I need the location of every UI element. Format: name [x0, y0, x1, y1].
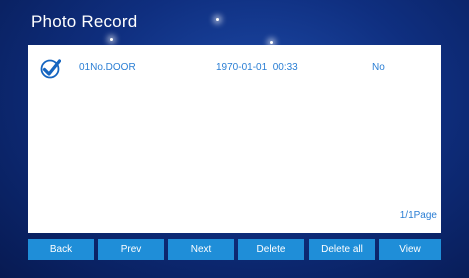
back-button[interactable]: Back: [28, 239, 94, 260]
record-time: 1970-01-01 00:33: [216, 62, 298, 73]
record-row[interactable]: 01No.DOOR 1970-01-01 00:33 No: [28, 57, 441, 79]
button-bar: Back Prev Next Delete Delete all View: [28, 239, 441, 260]
prev-button[interactable]: Prev: [98, 239, 164, 260]
delete-button[interactable]: Delete: [238, 239, 304, 260]
delete-all-button[interactable]: Delete all: [309, 239, 375, 260]
page-indicator: 1/1Page: [399, 210, 437, 221]
check-circle-icon[interactable]: [39, 58, 61, 80]
background-sparkle: [216, 18, 219, 21]
photo-record-screen: { "title": "Photo Record", "records": [ …: [0, 0, 469, 278]
background-sparkle: [270, 41, 273, 44]
view-button[interactable]: View: [379, 239, 441, 260]
record-device: 01No.DOOR: [79, 62, 136, 73]
page-title: Photo Record: [31, 12, 138, 31]
record-list-panel: 01No.DOOR 1970-01-01 00:33 No 1/1Page: [28, 45, 441, 233]
background-sparkle: [110, 38, 113, 41]
record-status: No: [372, 62, 385, 73]
next-button[interactable]: Next: [168, 239, 234, 260]
